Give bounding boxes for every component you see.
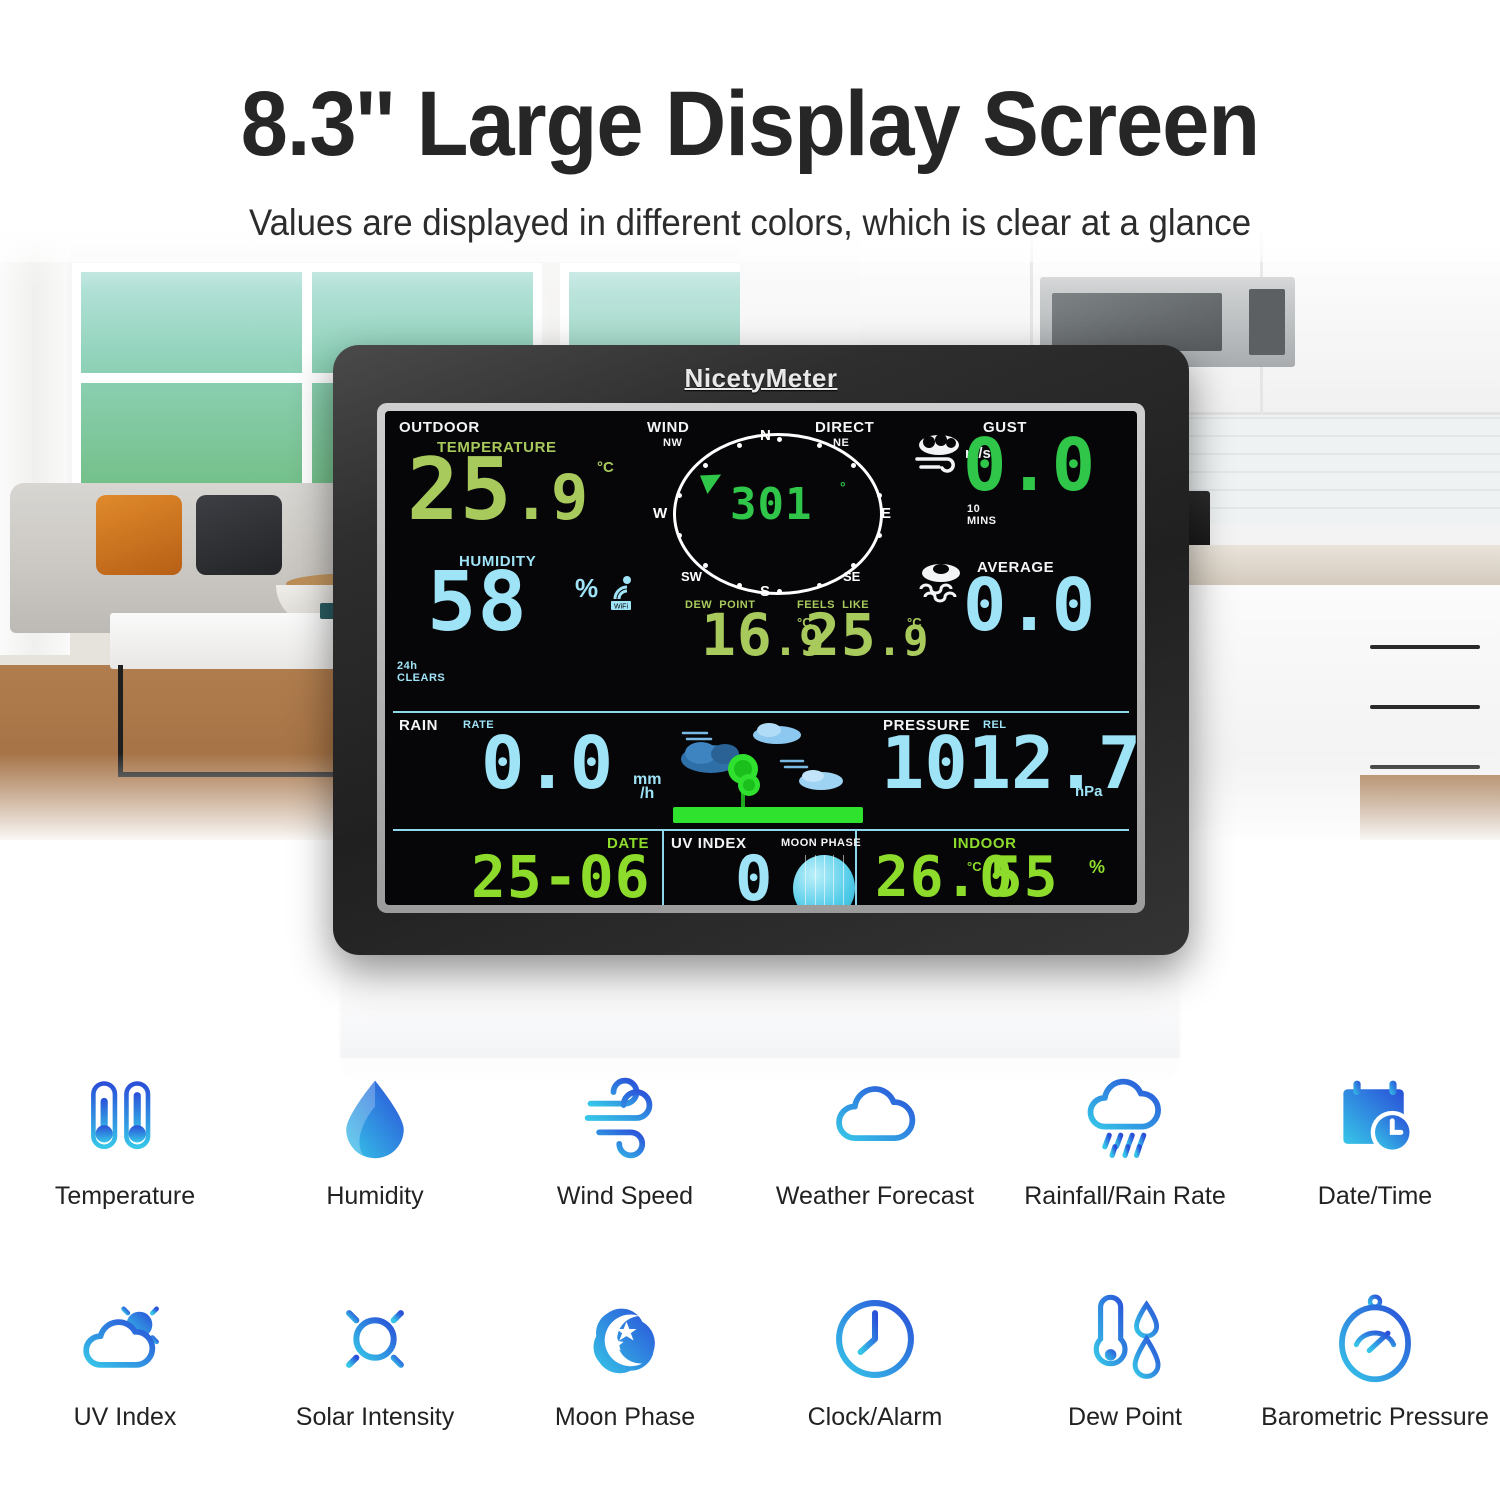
date-value: 25-06 xyxy=(471,843,651,905)
indoor-humidity-unit: % xyxy=(1089,857,1106,877)
calendar-clock-icon xyxy=(1343,1080,1414,1154)
outdoor-temperature-unit: °C xyxy=(597,459,614,476)
feature-label: Dew Point xyxy=(1068,1403,1182,1431)
feature-dew-point: Dew Point xyxy=(1000,1279,1250,1500)
feature-label: Solar Intensity xyxy=(295,1403,455,1431)
sun-icon xyxy=(334,1298,416,1380)
thermometer-drop-icon xyxy=(1093,1294,1161,1379)
wind-label: WIND xyxy=(647,419,690,436)
feature-temperature: Temperature xyxy=(0,1058,250,1279)
kitchen-floor xyxy=(1360,775,1500,840)
wind-direction-unit: ° xyxy=(840,479,846,495)
feels-like-unit: °C xyxy=(907,615,922,630)
wind-nw-label: NW xyxy=(663,437,683,449)
svg-text:WiFi: WiFi xyxy=(614,604,628,611)
divider-vertical-1 xyxy=(662,831,664,905)
full-moon-icon xyxy=(793,855,855,905)
clock-icon xyxy=(836,1300,914,1378)
rain-label: RAIN xyxy=(399,717,439,734)
outdoor-section-label: OUTDOOR xyxy=(399,419,480,436)
indoor-humidity-value: 55 xyxy=(989,845,1059,905)
feature-label: Barometric Pressure xyxy=(1261,1403,1489,1431)
moon-stars-icon xyxy=(593,1308,655,1374)
wind-average-cloud-icon xyxy=(919,564,960,603)
divider-horizontal-1 xyxy=(393,711,1129,713)
weather-forecast-animation xyxy=(673,719,863,823)
compass-west-label: W xyxy=(653,505,668,522)
rain-rate-unit: mm /h xyxy=(633,771,662,803)
indoor-temperature-unit: °C xyxy=(967,859,982,874)
rain-rate-value: 0.0 xyxy=(481,721,615,805)
feature-grid: Temperature Humidity Wind Speed Weather … xyxy=(0,1058,1500,1500)
gust-value: 0.0 xyxy=(963,423,1097,507)
compass-south-label: S xyxy=(760,583,771,600)
outdoor-humidity-unit: % xyxy=(575,573,599,603)
feature-label: Moon Phase xyxy=(554,1403,696,1431)
wifi-icon: WiFi xyxy=(611,576,631,611)
compass-east-label: E xyxy=(881,505,892,522)
compass-southeast-label: SE xyxy=(843,569,861,584)
page-header: 8.3'' Large Display Screen Values are di… xyxy=(0,0,1500,262)
feature-label: Rainfall/Rain Rate xyxy=(1024,1182,1226,1210)
pillow-orange-1 xyxy=(96,495,182,575)
feature-wind-speed: Wind Speed xyxy=(500,1058,750,1279)
cloud-icon xyxy=(836,1086,916,1141)
drawer-handle xyxy=(1370,645,1480,649)
average-value: 0.0 xyxy=(963,563,1097,647)
feature-clock-alarm: Clock/Alarm xyxy=(750,1279,1000,1500)
pressure-unit: hPa xyxy=(1075,783,1103,800)
wind-direct-label: DIRECT xyxy=(815,419,875,436)
wind-direction-value: 301 xyxy=(730,479,813,530)
clears-indicator: 24h CLEARS xyxy=(397,660,446,684)
outdoor-temperature-value: 25.9 xyxy=(407,440,590,540)
wind-icon xyxy=(584,1077,653,1159)
feature-label: Weather Forecast xyxy=(775,1182,975,1210)
rain-cloud-icon xyxy=(1087,1078,1161,1158)
outdoor-humidity-value: 58 xyxy=(427,555,528,650)
uv-index-value: 0 xyxy=(735,842,774,905)
feature-label: Clock/Alarm xyxy=(807,1403,943,1431)
divider-horizontal-2 xyxy=(393,829,1129,831)
page-subtitle: Values are displayed in different colors… xyxy=(248,202,1252,243)
pillow-dark-1 xyxy=(196,495,282,575)
microwave-keypad xyxy=(1249,289,1285,355)
feature-barometric-pressure: Barometric Pressure xyxy=(1250,1279,1500,1500)
lcd-screen: OUTDOOR TEMPERATURE 25.9 °C HUMIDITY 58 … xyxy=(385,411,1137,905)
feature-moon-phase: Moon Phase xyxy=(500,1279,750,1500)
forecast-grass xyxy=(673,807,863,823)
feature-date-time: Date/Time xyxy=(1250,1058,1500,1279)
thermometer-icon xyxy=(91,1081,151,1150)
feature-uv-index: UV Index xyxy=(0,1279,250,1500)
feature-humidity: Humidity xyxy=(250,1058,500,1279)
compass-southwest-label: SW xyxy=(681,569,702,584)
weather-station-device: NicetyMeter OUTDOOR TEMPERATURE 25.9 °C … xyxy=(333,345,1189,955)
screen-bezel: OUTDOOR TEMPERATURE 25.9 °C HUMIDITY 58 … xyxy=(377,403,1145,913)
feature-solar-intensity: Solar Intensity xyxy=(250,1279,500,1500)
water-drop-icon xyxy=(346,1080,404,1159)
microwave-door xyxy=(1052,293,1222,351)
wind-gust-cloud-icon xyxy=(915,434,959,473)
compass-north-label: N xyxy=(760,427,771,444)
feature-label: Date/Time xyxy=(1317,1182,1433,1210)
drawer-handle xyxy=(1370,765,1480,769)
page-title: 8.3'' Large Display Screen xyxy=(240,73,1260,175)
sun-cloud-icon xyxy=(83,1299,165,1368)
drawer-handle xyxy=(1370,705,1480,709)
moon-phase-label: MOON PHASE xyxy=(781,837,862,849)
feature-label: Humidity xyxy=(326,1182,424,1210)
brand-logo: NicetyMeter xyxy=(684,363,838,393)
feature-label: UV Index xyxy=(73,1403,177,1431)
barometer-icon xyxy=(1339,1294,1411,1383)
feature-weather-forecast: Weather Forecast xyxy=(750,1058,1000,1279)
feature-rainfall: Rainfall/Rain Rate xyxy=(1000,1058,1250,1279)
feature-label: Wind Speed xyxy=(556,1182,694,1210)
feature-label: Temperature xyxy=(54,1182,196,1210)
